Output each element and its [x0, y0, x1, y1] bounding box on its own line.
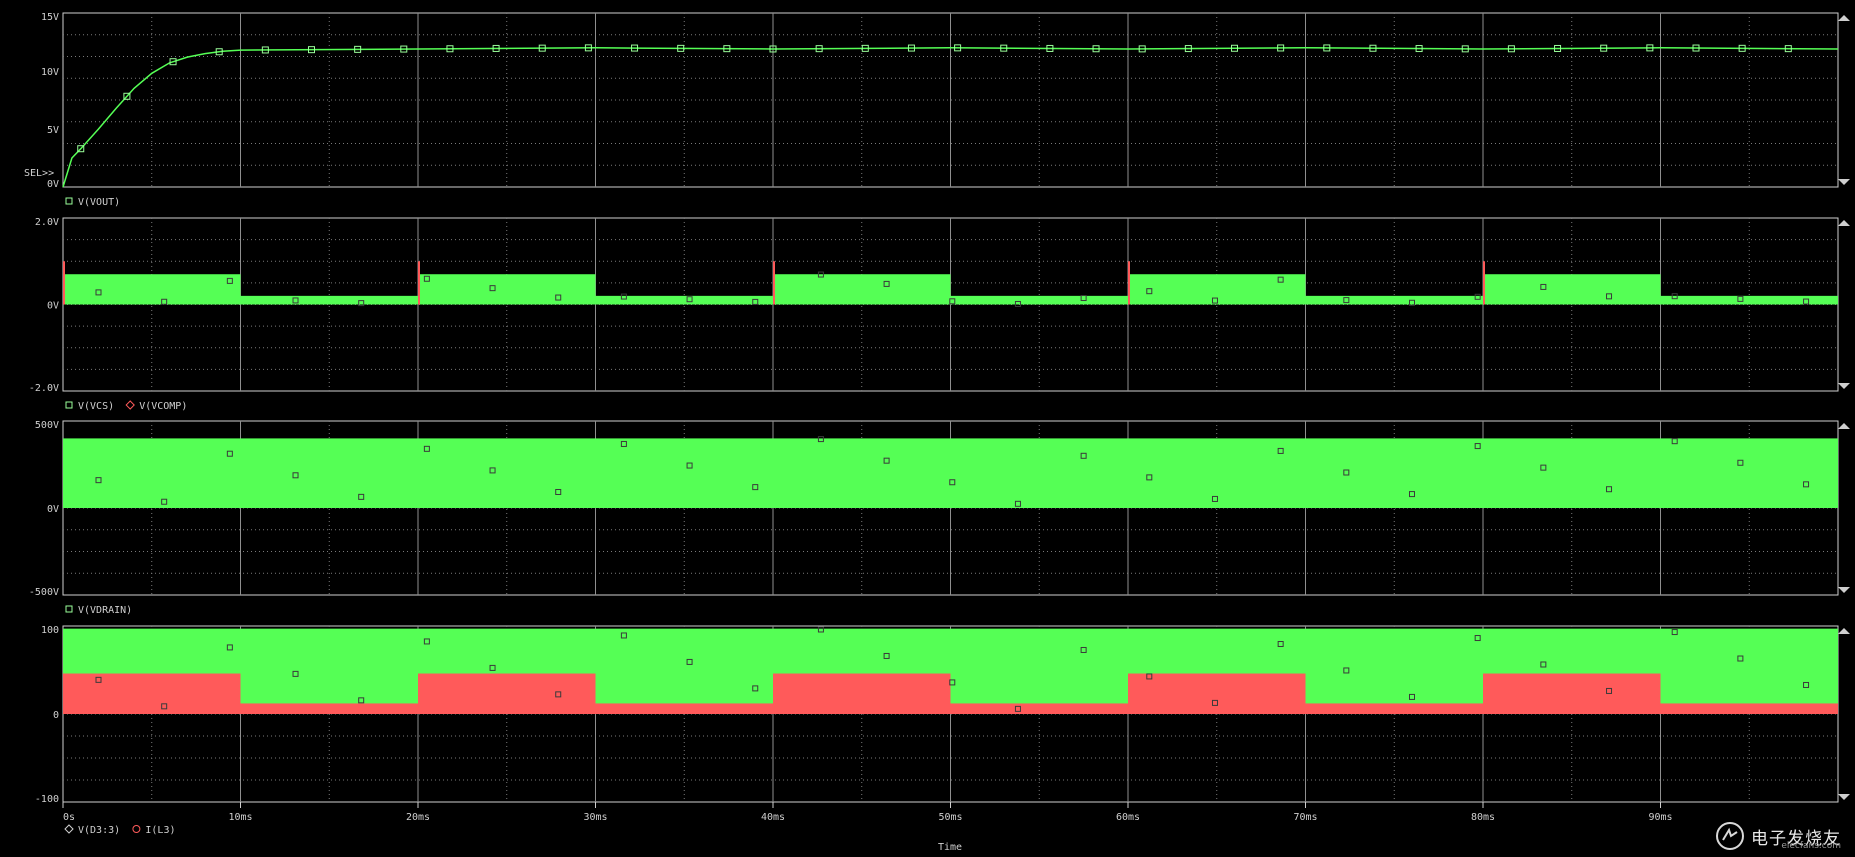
- plot-panel-4: 100 0 -100 V(D3:3) I(L3): [35, 625, 1839, 836]
- selected-plot-marker: SEL>>: [24, 168, 54, 179]
- y-tick-label: 500V: [35, 420, 59, 431]
- series-band-v-vcs-: [773, 274, 951, 305]
- plot-panel-1: 15V 10V 5V 0V V(VOUT): [41, 12, 1839, 208]
- y-tick-label: 100: [41, 625, 59, 636]
- legend-diamond-icon: [125, 400, 135, 410]
- y-tick-label: 0: [53, 710, 59, 721]
- scroll-up-icon[interactable]: [1838, 423, 1850, 429]
- series-band-i-l3-: [773, 673, 951, 714]
- series-band-v-vcs-: [1128, 274, 1306, 305]
- y-tick-label: 0V: [47, 179, 59, 190]
- y-tick-label: -500V: [29, 587, 59, 598]
- series-band-v-vcs-: [950, 295, 1128, 305]
- series-band-i-l3-: [240, 703, 418, 714]
- scroll-down-icon[interactable]: [1838, 794, 1850, 800]
- x-tick-label: 10ms: [228, 812, 252, 823]
- legend-panel-1: V(VOUT): [65, 197, 120, 208]
- legend-label: V(VDRAIN): [78, 605, 132, 616]
- legend-panel-4: V(D3:3) I(L3): [64, 824, 176, 836]
- scroll-down-icon[interactable]: [1838, 587, 1850, 593]
- series-band-v-vcs-: [63, 274, 241, 305]
- series-band-i-l3-: [418, 673, 596, 714]
- legend-label: V(D3:3): [78, 825, 120, 836]
- y-tick-label: -2.0V: [29, 383, 59, 394]
- legend-panel-3: V(VDRAIN): [65, 605, 132, 616]
- legend-label: V(VCS): [78, 401, 114, 412]
- watermark: 电子发烧友 elecfans.com: [1715, 821, 1841, 851]
- y-tick-label: 10V: [41, 67, 59, 78]
- legend-square-icon: [65, 197, 73, 205]
- y-tick-label: 0V: [47, 504, 59, 515]
- y-tick-label: 15V: [41, 12, 59, 23]
- scroll-down-icon[interactable]: [1838, 383, 1850, 389]
- x-tick-label: 90ms: [1648, 812, 1672, 823]
- scroll-up-icon[interactable]: [1838, 220, 1850, 226]
- elecfans-logo-icon: [1716, 822, 1744, 850]
- y-tick-label: 2.0V: [35, 217, 59, 228]
- x-tick-label: 30ms: [583, 812, 607, 823]
- x-tick-label: 50ms: [938, 812, 962, 823]
- x-tick-label: 20ms: [406, 812, 430, 823]
- legend-square-icon: [65, 605, 73, 613]
- scroll-up-icon[interactable]: [1838, 15, 1850, 21]
- scroll-up-icon[interactable]: [1838, 628, 1850, 634]
- series-band-i-l3-: [595, 703, 773, 714]
- series-band-v-vcs-: [418, 274, 596, 305]
- series-band-i-l3-: [1483, 673, 1661, 714]
- x-tick-label: 70ms: [1293, 812, 1317, 823]
- watermark-subtext: elecfans.com: [1781, 841, 1841, 851]
- legend-square-icon: [65, 401, 73, 409]
- legend-label: I(L3): [145, 825, 175, 836]
- x-tick-label: 80ms: [1471, 812, 1495, 823]
- series-band-v-vcs-: [1483, 274, 1661, 305]
- series-band-v-vdrain-: [63, 438, 1838, 508]
- x-tick-label: 0s: [63, 812, 75, 823]
- series-band-v-vcs-: [1660, 295, 1838, 305]
- plot-panel-3: 500V 0V -500V V(VDRAIN): [29, 420, 1839, 616]
- series-band-v-vcs-: [240, 295, 418, 305]
- y-tick-label: 5V: [47, 125, 59, 136]
- series-band-i-l3-: [63, 673, 241, 714]
- series-band-i-l3-: [1660, 703, 1838, 714]
- oscilloscope-chart: 15V 10V 5V 0V V(VOUT) 2.0V 0V -2.0V V(VCS) V(VCOM…: [24, 12, 1850, 853]
- legend-panel-2: V(VCS) V(VCOMP): [65, 400, 187, 412]
- y-tick-label: 0V: [47, 301, 59, 312]
- series-band-i-l3-: [1305, 703, 1483, 714]
- time-axis: 0s 10ms 20ms 30ms 40ms 50ms 60ms 70ms 80ms 90ms Ti…: [62, 802, 1673, 853]
- series-band-i-l3-: [1128, 673, 1306, 714]
- series-band-v-vcs-: [1305, 295, 1483, 305]
- series-band-i-l3-: [950, 703, 1128, 714]
- x-tick-label: 40ms: [761, 812, 785, 823]
- scroll-down-icon[interactable]: [1838, 179, 1850, 185]
- y-tick-label: -100: [35, 794, 59, 805]
- x-axis-title: Time: [938, 842, 962, 853]
- legend-label: V(VOUT): [78, 197, 120, 208]
- legend-label: V(VCOMP): [139, 401, 187, 412]
- legend-diamond-icon: [64, 824, 74, 834]
- legend-circle-icon: [132, 825, 141, 833]
- plot-panel-2: 2.0V 0V -2.0V V(VCS) V(VCOMP): [29, 217, 1839, 412]
- series-band-v-vcs-: [595, 295, 773, 305]
- x-tick-label: 60ms: [1116, 812, 1140, 823]
